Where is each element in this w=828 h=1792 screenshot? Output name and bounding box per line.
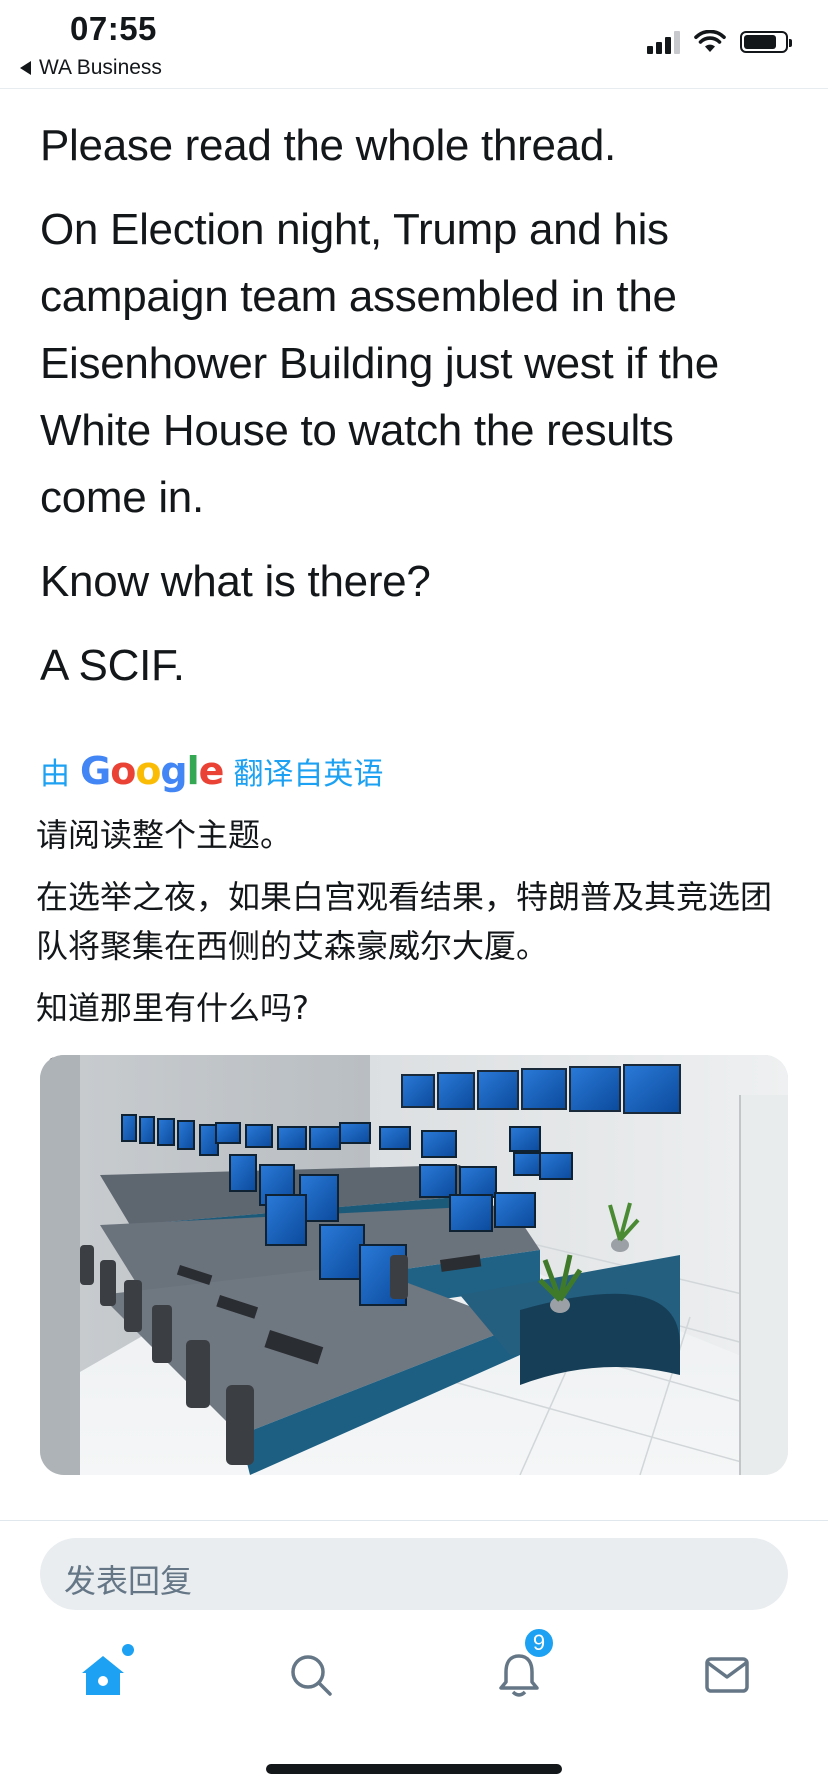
- status-bar: 07:55 WA Business: [0, 0, 828, 89]
- google-logo: Google: [80, 749, 224, 793]
- wifi-icon: [694, 30, 726, 52]
- translated-text: 请阅读整个主题。 在选举之夜，如果白宫观看结果，特朗普及其竞选团队将聚集在西侧的…: [0, 811, 828, 1095]
- search-icon: [291, 1655, 332, 1696]
- home-indicator: [266, 1764, 562, 1774]
- status-icons: [647, 30, 792, 54]
- home-icon: [82, 1656, 124, 1695]
- tweet-paragraph: On Election night, Trump and his campaig…: [40, 205, 719, 522]
- translated-paragraph: 在选举之夜，如果白宫观看结果，特朗普及其竞选团队将聚集在西侧的艾森豪威尔大厦。: [36, 878, 773, 965]
- mail-icon: [705, 1657, 749, 1693]
- control-room-photo: [40, 1055, 788, 1475]
- tab-messages[interactable]: [682, 1630, 772, 1720]
- tweet-paragraph: Know what is there?: [40, 557, 431, 606]
- status-time: 07:55: [70, 10, 157, 47]
- tab-search[interactable]: [266, 1630, 356, 1720]
- home-new-indicator: [122, 1644, 134, 1656]
- battery-icon: [740, 31, 792, 53]
- translation-prefix: 由: [40, 758, 70, 791]
- translated-paragraph: 请阅读整个主题。: [36, 816, 293, 854]
- tab-notifications[interactable]: 9: [474, 1626, 564, 1720]
- back-app-label: WA Business: [39, 56, 162, 79]
- tweet-media-image[interactable]: [40, 1055, 788, 1475]
- translated-paragraph: 知道那里有什么吗?: [36, 989, 309, 1027]
- tweet-text: Please read the whole thread. On Electio…: [0, 112, 828, 699]
- back-to-app-button[interactable]: WA Business: [20, 56, 162, 80]
- reply-input[interactable]: 发表回复: [40, 1538, 788, 1610]
- translation-suffix: 翻译自英语: [233, 758, 384, 791]
- tweet-paragraph: A SCIF.: [40, 641, 185, 690]
- bottom-divider: [0, 1520, 828, 1521]
- tab-home[interactable]: [58, 1630, 148, 1720]
- cellular-signal-icon: [647, 30, 680, 54]
- notification-badge: 9: [522, 1626, 556, 1660]
- back-arrow-icon: [20, 61, 31, 75]
- tab-bar: 9: [0, 1626, 828, 1720]
- translation-attribution[interactable]: 由 Google 翻译自英语: [40, 749, 788, 793]
- reply-placeholder: 发表回复: [64, 1562, 193, 1600]
- tweet-paragraph: Please read the whole thread.: [40, 121, 616, 170]
